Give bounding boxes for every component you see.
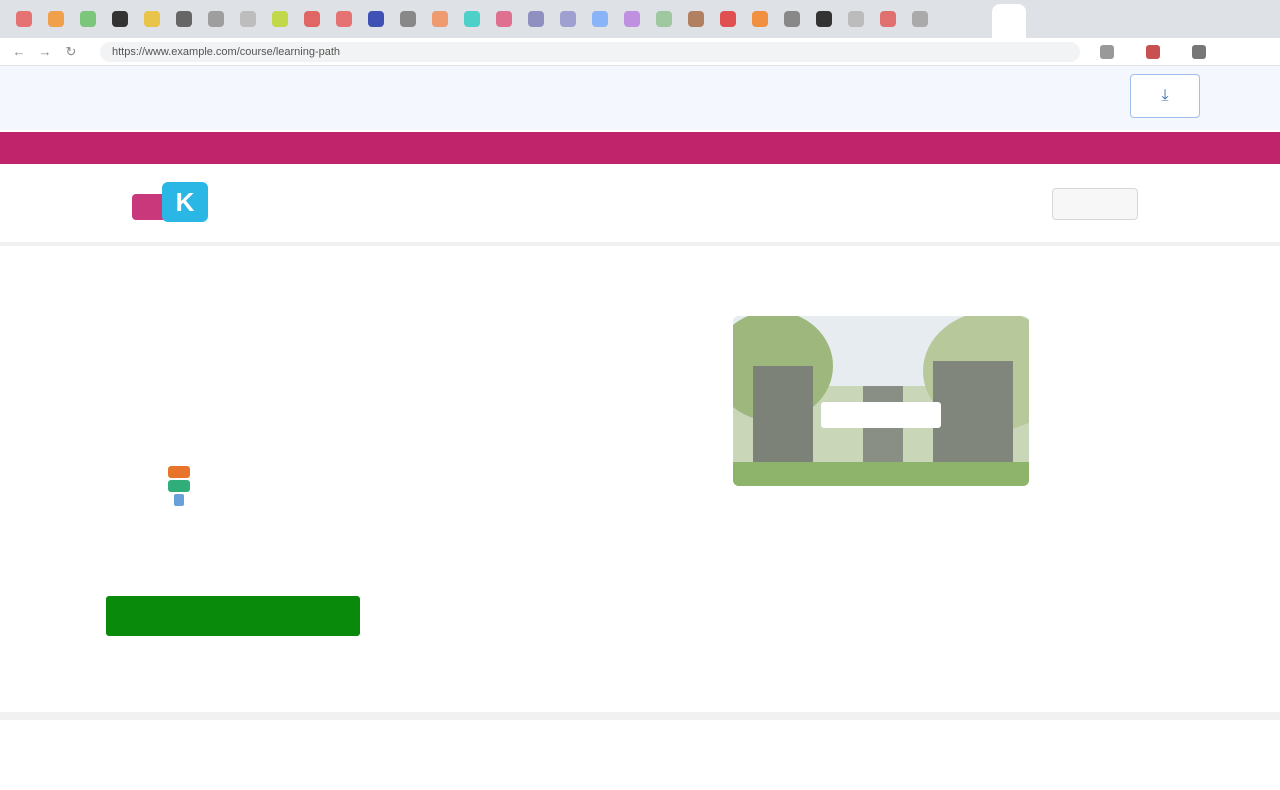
notice-banner: ⤓ [0, 66, 1280, 130]
tab-favicon-icon[interactable] [400, 11, 416, 27]
tab-favicon-icon[interactable] [80, 11, 96, 27]
course-hero-image [733, 316, 1029, 486]
active-tab[interactable] [992, 4, 1026, 38]
tab-favicon-icon[interactable] [592, 11, 608, 27]
tab-favicon-icon[interactable] [368, 11, 384, 27]
tab-favicon-icon[interactable] [784, 11, 800, 27]
tab-favicon-icon[interactable] [16, 11, 32, 27]
site-logo[interactable]: K [132, 180, 210, 224]
tab-favicon-icon[interactable] [304, 11, 320, 27]
tab-favicon-icon[interactable] [752, 11, 768, 27]
building-photo [733, 316, 1029, 486]
extension-icon[interactable] [1146, 45, 1160, 59]
tab-favicon-icon[interactable] [464, 11, 480, 27]
tab-favicon-icon[interactable] [880, 11, 896, 27]
tab-favicon-icon[interactable] [432, 11, 448, 27]
tab-favicon-icon[interactable] [336, 11, 352, 27]
tab-favicon-icon[interactable] [656, 11, 672, 27]
tab-favicon-icon[interactable] [688, 11, 704, 27]
reload-icon[interactable]: ↻ [62, 43, 80, 61]
tab-favicon-icon[interactable] [208, 11, 224, 27]
tab-favicon-icon[interactable] [720, 11, 736, 27]
extension-icon[interactable] [1100, 45, 1114, 59]
tab-favicon-icon[interactable] [144, 11, 160, 27]
hero-badge [821, 402, 941, 428]
tab-favicon-icon[interactable] [240, 11, 256, 27]
promo-strip[interactable] [0, 132, 1280, 164]
tab-favicon-icon[interactable] [528, 11, 544, 27]
extension-icon[interactable] [1192, 45, 1206, 59]
url-field[interactable]: https://www.example.com/course/learning-… [100, 42, 1080, 62]
join-button[interactable] [1052, 188, 1138, 220]
tab-favicon-icon[interactable] [848, 11, 864, 27]
site-header: K [0, 164, 1280, 246]
section-divider [0, 712, 1280, 720]
enroll-button[interactable] [106, 596, 360, 636]
browser-tab-bar [0, 0, 1280, 38]
tab-favicon-icon[interactable] [272, 11, 288, 27]
tab-favicon-icon[interactable] [112, 11, 128, 27]
tab-favicon-icon[interactable] [48, 11, 64, 27]
author-logo [162, 466, 196, 506]
tab-favicon-icon[interactable] [912, 11, 928, 27]
notice-action-button[interactable]: ⤓ [1130, 74, 1200, 118]
back-icon[interactable]: ← [10, 43, 28, 61]
tab-favicon-icon[interactable] [496, 11, 512, 27]
tab-favicon-icon[interactable] [176, 11, 192, 27]
forward-icon[interactable]: → [36, 43, 54, 61]
tab-favicon-icon[interactable] [816, 11, 832, 27]
browser-address-bar: ← → ↻ https://www.example.com/course/lea… [0, 38, 1280, 66]
tab-favicon-icon[interactable] [624, 11, 640, 27]
tab-favicon-icon[interactable] [560, 11, 576, 27]
